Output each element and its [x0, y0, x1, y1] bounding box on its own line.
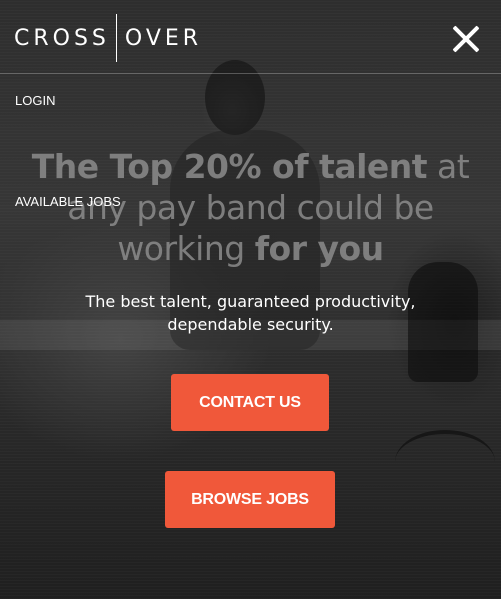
close-icon[interactable]: [447, 20, 485, 58]
browse-jobs-button[interactable]: BROWSE JOBS: [165, 471, 335, 528]
crossover-logo[interactable]: CROSS OVER: [14, 14, 202, 62]
hero-photo-chair-base: [395, 430, 495, 494]
hero-subheading: The best talent, guaranteed productivity…: [85, 292, 416, 334]
logo-text-left: CROSS: [14, 25, 110, 51]
nav-available-jobs-link[interactable]: AVAILABLE JOBS: [15, 194, 121, 209]
logo-divider: [115, 14, 117, 62]
logo-text-right: OVER: [124, 25, 203, 51]
headline-emphasis-end: for you: [254, 229, 384, 268]
top-bar: CROSS OVER: [0, 0, 501, 72]
headline-emphasis-top: The Top 20% of talent: [31, 147, 428, 186]
contact-us-button[interactable]: CONTACT US: [171, 374, 329, 431]
top-bar-divider: [0, 73, 501, 74]
nav-login-link[interactable]: LOGIN: [15, 93, 55, 108]
